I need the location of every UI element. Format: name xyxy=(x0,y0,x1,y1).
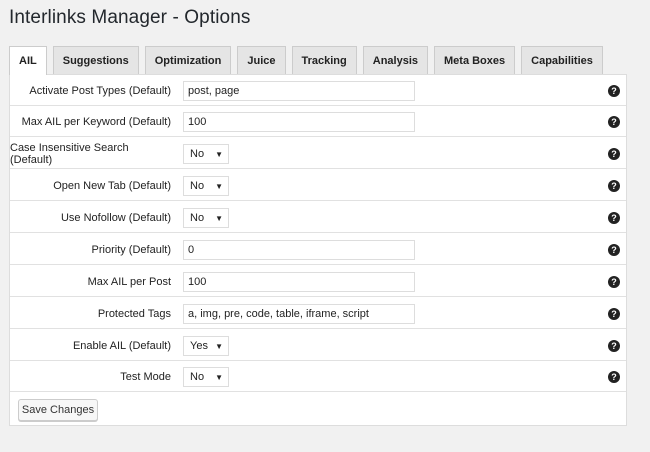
select-value: No xyxy=(190,371,205,383)
option-row-case-insensitive-search: Case Insensitive Search (Default) No ▼ ? xyxy=(10,138,626,169)
option-label: Max AIL per Post xyxy=(87,275,171,288)
save-changes-button[interactable]: Save Changes xyxy=(18,399,98,421)
option-label: Test Mode xyxy=(120,370,171,383)
chevron-down-icon: ▼ xyxy=(215,149,223,159)
option-label: Priority (Default) xyxy=(91,243,171,256)
option-row-use-nofollow: Use Nofollow (Default) No ▼ ? xyxy=(10,202,626,233)
question-circle-icon[interactable]: ? xyxy=(608,85,620,97)
option-label: Protected Tags xyxy=(97,307,171,320)
priority-input[interactable]: 0 xyxy=(183,240,415,260)
question-circle-icon[interactable]: ? xyxy=(608,308,620,320)
max-ail-per-keyword-input[interactable]: 100 xyxy=(183,112,415,132)
question-circle-icon[interactable]: ? xyxy=(608,244,620,256)
option-label: Use Nofollow (Default) xyxy=(60,211,171,224)
option-label: Enable AIL (Default) xyxy=(72,339,171,352)
tab-tracking[interactable]: Tracking xyxy=(291,46,357,74)
tab-suggestions[interactable]: Suggestions xyxy=(52,46,139,74)
tab-juice[interactable]: Juice xyxy=(237,46,286,74)
protected-tags-input[interactable]: a, img, pre, code, table, iframe, script xyxy=(183,304,415,324)
question-circle-icon[interactable]: ? xyxy=(608,371,620,383)
enable-ail-select[interactable]: Yes ▼ xyxy=(183,336,229,356)
question-circle-icon[interactable]: ? xyxy=(608,276,620,288)
option-label: Activate Post Types (Default) xyxy=(29,84,171,97)
option-label: Case Insensitive Search (Default) xyxy=(10,141,129,166)
tab-ail[interactable]: AIL xyxy=(9,46,47,75)
select-value: No xyxy=(190,180,205,192)
option-row-max-ail-per-post: Max AIL per Post 100 ? xyxy=(10,266,626,297)
options-panel: Activate Post Types (Default) post, page… xyxy=(9,74,627,426)
question-circle-icon[interactable]: ? xyxy=(608,180,620,192)
select-value: No xyxy=(190,148,205,160)
activate-post-types-input[interactable]: post, page xyxy=(183,81,415,101)
test-mode-select[interactable]: No ▼ xyxy=(183,367,229,387)
use-nofollow-select[interactable]: No ▼ xyxy=(183,208,229,228)
question-circle-icon[interactable]: ? xyxy=(608,116,620,128)
option-row-test-mode: Test Mode No ▼ ? xyxy=(10,361,626,392)
open-new-tab-select[interactable]: No ▼ xyxy=(183,176,229,196)
case-insensitive-search-select[interactable]: No ▼ xyxy=(183,144,229,164)
chevron-down-icon: ▼ xyxy=(215,181,223,191)
chevron-down-icon: ▼ xyxy=(215,341,223,351)
page-title: Interlinks Manager - Options xyxy=(9,7,251,28)
option-row-max-ail-per-keyword: Max AIL per Keyword (Default) 100 ? xyxy=(10,106,626,137)
option-row-priority: Priority (Default) 0 ? xyxy=(10,234,626,265)
option-label: Max AIL per Keyword (Default) xyxy=(21,115,171,128)
question-circle-icon[interactable]: ? xyxy=(608,212,620,224)
option-row-enable-ail: Enable AIL (Default) Yes ▼ ? xyxy=(10,330,626,361)
option-row-activate-post-types: Activate Post Types (Default) post, page… xyxy=(10,75,626,106)
options-tabs: AIL Suggestions Optimization Juice Track… xyxy=(9,46,603,75)
chevron-down-icon: ▼ xyxy=(215,372,223,382)
option-row-protected-tags: Protected Tags a, img, pre, code, table,… xyxy=(10,298,626,329)
chevron-down-icon: ▼ xyxy=(215,213,223,223)
option-row-open-new-tab: Open New Tab (Default) No ▼ ? xyxy=(10,170,626,201)
select-value: No xyxy=(190,212,205,224)
select-value: Yes xyxy=(190,340,208,352)
tab-analysis[interactable]: Analysis xyxy=(362,46,428,74)
question-circle-icon[interactable]: ? xyxy=(608,148,620,160)
question-circle-icon[interactable]: ? xyxy=(608,340,620,352)
tab-optimization[interactable]: Optimization xyxy=(144,46,232,74)
option-label: Open New Tab (Default) xyxy=(53,179,171,192)
tab-meta-boxes[interactable]: Meta Boxes xyxy=(434,46,516,74)
max-ail-per-post-input[interactable]: 100 xyxy=(183,272,415,292)
tab-capabilities[interactable]: Capabilities xyxy=(521,46,603,74)
